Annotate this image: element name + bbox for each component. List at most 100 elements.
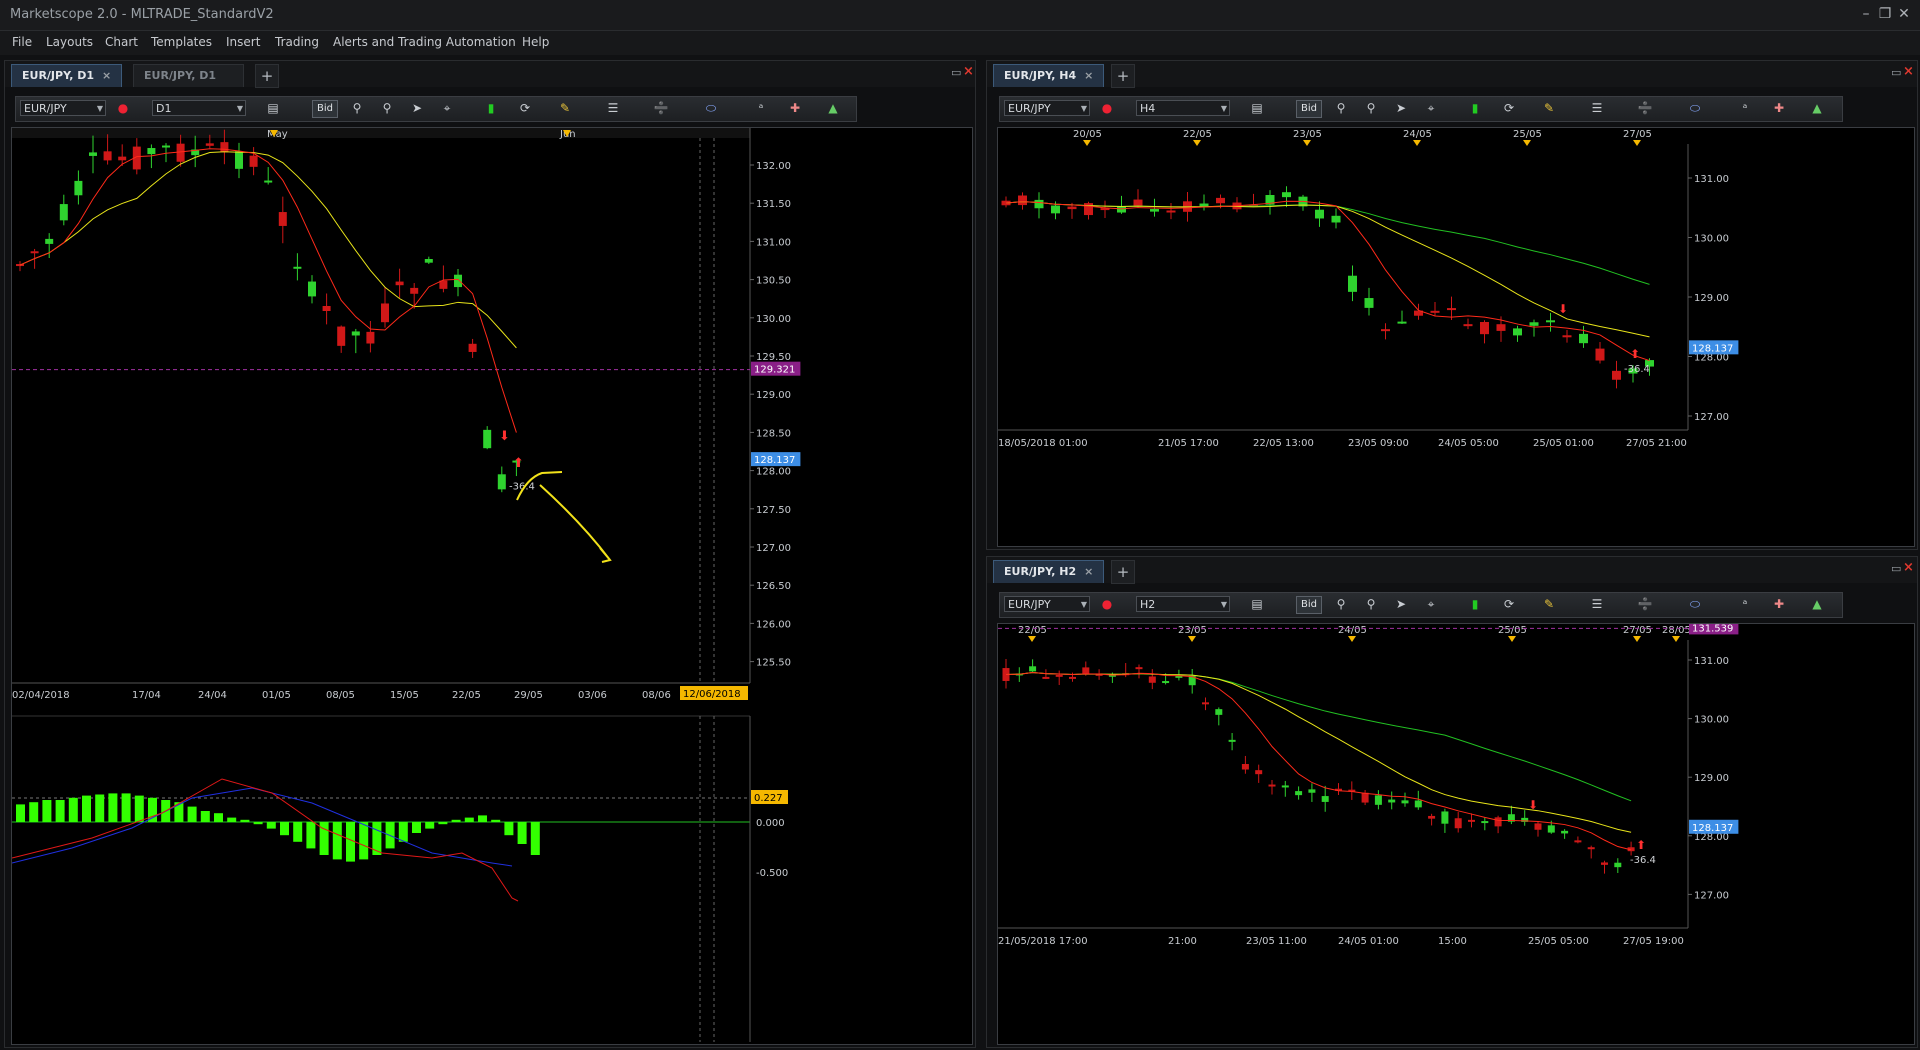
left-chart-area[interactable]: MayJun132.00131.50131.00130.50130.00129.…	[11, 127, 973, 1045]
zoom-in-icon[interactable]: ⚲	[348, 99, 366, 117]
menu-trading[interactable]: Trading	[275, 35, 319, 49]
timeframe-select[interactable]: H2 ▼	[1136, 596, 1230, 612]
price-tick-label: 129.00	[1694, 773, 1729, 784]
tab-label: EUR/JPY, D1	[144, 69, 217, 82]
trendline-icon[interactable]: ➗	[1636, 595, 1654, 613]
oscillator-bar	[95, 794, 105, 822]
close-tab-icon[interactable]: ×	[1084, 565, 1093, 578]
close-tab-icon[interactable]: ×	[102, 69, 111, 82]
ruler-icon[interactable]: ✎	[1540, 99, 1558, 117]
trendline-icon[interactable]: ➗	[652, 99, 670, 117]
menu-chart[interactable]: Chart	[105, 35, 138, 49]
signal-icon[interactable]: ▲	[824, 99, 842, 117]
text-icon[interactable]: ᵃ	[1736, 595, 1754, 613]
date-label: 27/05 19:00	[1623, 936, 1684, 947]
price-tick-label: 131.50	[756, 199, 791, 210]
panel-minimize-icon[interactable]: ▭	[951, 66, 961, 79]
text-icon[interactable]: ᵃ	[1736, 99, 1754, 117]
cursor-icon[interactable]: ➤	[1392, 595, 1410, 613]
oscillator-level-label: 0.227	[754, 793, 783, 804]
candle-icon[interactable]: ▮	[482, 99, 500, 117]
text-icon[interactable]: ᵃ	[752, 99, 770, 117]
bid-button[interactable]: Bid	[1296, 596, 1322, 614]
menu-templates[interactable]: Templates	[151, 35, 212, 49]
indicator-orb-icon[interactable]: ●	[1098, 595, 1116, 613]
close-window-icon[interactable]: ✕	[1894, 4, 1914, 24]
restore-icon[interactable]: ❐	[1875, 4, 1895, 24]
panel-close-icon[interactable]: ×	[1903, 64, 1914, 79]
h2-chart-area[interactable]: 22/05 23/05 24/05 25/05 27/05 28/05 131.00 130.…	[997, 620, 1915, 1045]
panel-close-icon[interactable]: ×	[963, 64, 974, 79]
signal-icon[interactable]: ▲	[1808, 99, 1826, 117]
panel-minimize-icon[interactable]: ▭	[1891, 562, 1901, 575]
indicator-orb-icon[interactable]: ●	[114, 99, 132, 117]
add-tab-button[interactable]: +	[1111, 560, 1135, 584]
zoom-out-icon[interactable]: ⚲	[1362, 99, 1380, 117]
bid-button[interactable]: Bid	[312, 100, 338, 118]
tab-eurjpy-d1-active[interactable]: EUR/JPY, D1 ×	[11, 64, 123, 87]
crosshair-icon[interactable]: ⌖	[1422, 595, 1440, 613]
refresh-icon[interactable]: ⟳	[1500, 595, 1518, 613]
panel-minimize-icon[interactable]: ▭	[1891, 66, 1901, 79]
ruler-icon[interactable]: ✎	[556, 99, 574, 117]
lines-icon[interactable]: ☰	[1588, 99, 1606, 117]
cursor-icon[interactable]: ➤	[1392, 99, 1410, 117]
tab-eurjpy-h4[interactable]: EUR/JPY, H4 ×	[993, 64, 1105, 87]
candle-icon[interactable]: ▮	[1466, 99, 1484, 117]
timeframe-select[interactable]: D1 ▼	[152, 100, 246, 116]
timeframe-select[interactable]: H4 ▼	[1136, 100, 1230, 116]
menu-insert[interactable]: Insert	[226, 35, 260, 49]
refresh-icon[interactable]: ⟳	[516, 99, 534, 117]
candle-candle	[1084, 203, 1093, 216]
d1-candle	[103, 151, 112, 161]
eraser-icon[interactable]: ✚	[1770, 595, 1788, 613]
bid-button[interactable]: Bid	[1296, 100, 1322, 118]
menu-layouts[interactable]: Layouts	[46, 35, 93, 49]
minimize-icon[interactable]: –	[1856, 4, 1876, 24]
chart-type-icon[interactable]: ▤	[1248, 595, 1266, 613]
tab-eurjpy-d1[interactable]: EUR/JPY, D1 ×	[133, 64, 245, 87]
refresh-icon[interactable]: ⟳	[1500, 99, 1518, 117]
ellipse-icon[interactable]: ⬭	[1686, 595, 1704, 613]
zoom-in-icon[interactable]: ⚲	[1332, 99, 1350, 117]
panel-close-icon[interactable]: ×	[1903, 560, 1914, 575]
highlight-date-label: 12/06/2018	[683, 689, 741, 700]
ma-green-line	[1005, 201, 1650, 285]
menu-file[interactable]: File	[12, 35, 32, 49]
close-tab-icon[interactable]: ×	[1084, 69, 1093, 82]
current-price-label: 128.137	[1692, 823, 1733, 834]
h4-chart-area[interactable]: 20/05 22/05 23/05 24/05 25/05 27/05 131.00 130.…	[997, 127, 1915, 547]
eraser-icon[interactable]: ✚	[786, 99, 804, 117]
zoom-out-icon[interactable]: ⚲	[1362, 595, 1380, 613]
chart-type-icon[interactable]: ▤	[1248, 99, 1266, 117]
zoom-out-icon[interactable]: ⚲	[378, 99, 396, 117]
lines-icon[interactable]: ☰	[604, 99, 622, 117]
add-tab-button[interactable]: +	[1111, 64, 1135, 88]
ellipse-icon[interactable]: ⬭	[702, 99, 720, 117]
ellipse-icon[interactable]: ⬭	[1686, 99, 1704, 117]
price-tick-label: 128.50	[756, 428, 791, 439]
period-marker-icon	[1028, 636, 1036, 642]
crosshair-icon[interactable]: ⌖	[438, 99, 456, 117]
signal-icon[interactable]: ▲	[1808, 595, 1826, 613]
symbol-select[interactable]: EUR/JPY ▼	[20, 100, 106, 116]
add-tab-button[interactable]: +	[255, 64, 279, 88]
date-label: 22/05	[452, 690, 481, 701]
menu-help[interactable]: Help	[522, 35, 549, 49]
crosshair-icon[interactable]: ⌖	[1422, 99, 1440, 117]
chart-type-icon[interactable]: ▤	[264, 99, 282, 117]
symbol-select[interactable]: EUR/JPY ▼	[1004, 596, 1090, 612]
symbol-select[interactable]: EUR/JPY ▼	[1004, 100, 1090, 116]
cursor-icon[interactable]: ➤	[408, 99, 426, 117]
candle-icon[interactable]: ▮	[1466, 595, 1484, 613]
eraser-icon[interactable]: ✚	[1770, 99, 1788, 117]
lines-icon[interactable]: ☰	[1588, 595, 1606, 613]
indicator-orb-icon[interactable]: ●	[1098, 99, 1116, 117]
trendline-icon[interactable]: ➗	[1636, 99, 1654, 117]
zoom-in-icon[interactable]: ⚲	[1332, 595, 1350, 613]
candle-candle	[1579, 333, 1588, 344]
menu-alerts[interactable]: Alerts and Trading Automation	[333, 35, 516, 49]
ruler-icon[interactable]: ✎	[1540, 595, 1558, 613]
tab-eurjpy-h2[interactable]: EUR/JPY, H2 ×	[993, 560, 1105, 583]
oscillator-bar	[491, 819, 501, 822]
